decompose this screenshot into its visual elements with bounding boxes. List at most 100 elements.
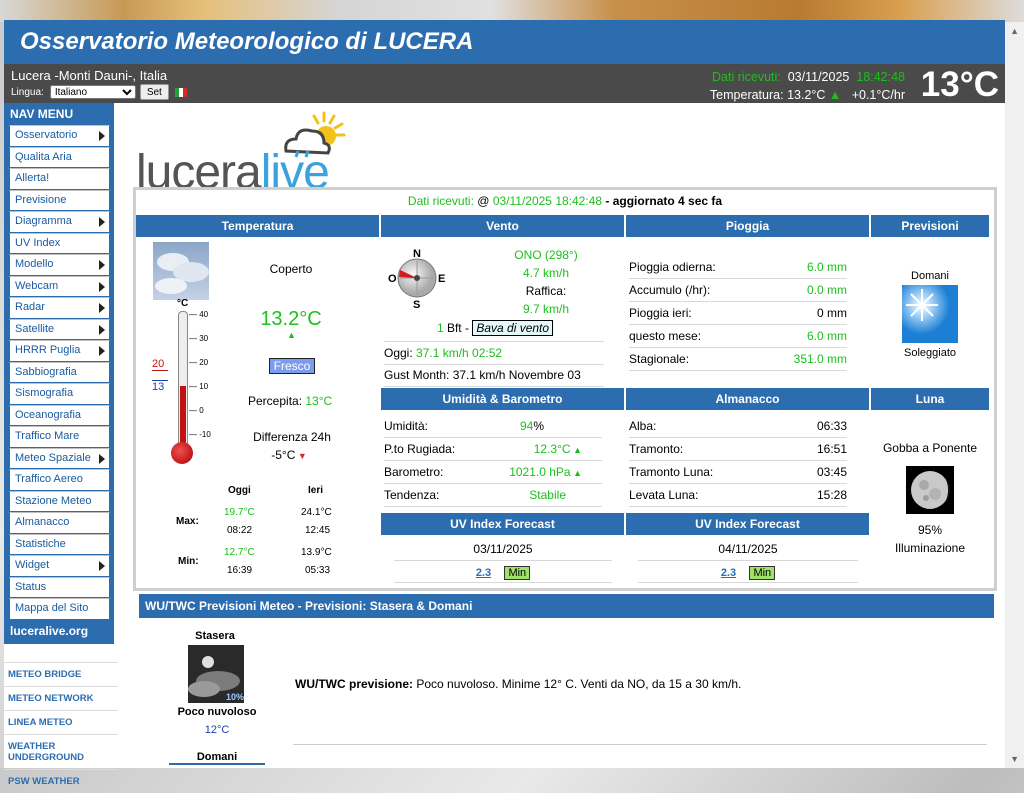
nav-item-sabbiografia[interactable]: Sabbiografia [9, 361, 110, 383]
italian-flag-icon[interactable] [174, 87, 187, 97]
thermometer-tick: — 40 [189, 310, 209, 319]
wind-month-row: Gust Month: 37.1 km/h Novembre 03 [384, 364, 604, 387]
nav-item-status[interactable]: Status [9, 576, 110, 598]
uv-value-row-1: 2.3 Min [394, 562, 612, 583]
nav-item-previsione[interactable]: Previsione [9, 189, 110, 211]
language-select[interactable]: Italiano [49, 85, 136, 99]
nav-item-hrrr-puglia[interactable]: HRRR Puglia [9, 340, 110, 362]
gust-speed: 9.7 km/h [522, 302, 570, 316]
submenu-arrow-icon [99, 260, 105, 270]
nav-item-stazione-meteo[interactable]: Stazione Meteo [9, 490, 110, 512]
forecast-header: Previsioni [871, 215, 989, 237]
submenu-arrow-icon [99, 346, 105, 356]
info-bar: Lucera -Monti Dauni-, Italia Lingua: Ita… [4, 64, 1005, 104]
nav-item-radar[interactable]: Radar [9, 297, 110, 319]
submenu-arrow-icon [99, 453, 105, 464]
wind-readout: ONO (298°) 4.7 km/h Raffica: 9.7 km/h [484, 246, 608, 318]
temperature-badge: Fresco [269, 358, 315, 374]
nav-item-statistiche[interactable]: Statistiche [9, 533, 110, 555]
almanac-row: Levata Luna: 15:28 [629, 484, 847, 507]
sidebar: NAV MENU Osservatorio Qualita Aria Allerta… [4, 103, 118, 787]
external-link-weather-underground[interactable]: WEATHER UNDERGROUND [4, 733, 118, 769]
nav-item-diagramma[interactable]: Diagramma [9, 211, 110, 233]
nav-item-widget[interactable]: Widget [9, 555, 110, 577]
received-line-updated: - aggiornato 4 sec fa [605, 194, 723, 208]
svg-text:10%: 10% [226, 692, 244, 702]
nav-item-modello[interactable]: Modello [9, 254, 110, 276]
external-link-linea-meteo[interactable]: LINEA METEO [4, 709, 118, 734]
temperature-condition: Coperto [269, 262, 313, 276]
svg-text:N: N [413, 248, 421, 260]
moon-illumination-label: Illuminazione [894, 541, 966, 555]
luceralive-logo[interactable]: luceralive [136, 109, 356, 199]
max-yesterday-time: 12:45 [305, 525, 331, 536]
uv-level-1: Min [504, 566, 531, 580]
wu-divider [293, 744, 987, 745]
big-temperature: 13°C [920, 65, 999, 104]
nav-menu-title: NAV MENU [10, 107, 74, 121]
table-yesterday-header: Ieri [308, 485, 324, 496]
nav-item-uv-index[interactable]: UV Index [9, 232, 110, 254]
max-yesterday: 24.1°C [301, 507, 332, 518]
nav-item-meteo-spaziale[interactable]: Meteo Spaziale [9, 447, 110, 469]
set-language-button[interactable]: Set [139, 84, 169, 100]
site-link[interactable]: luceralive.org [4, 620, 114, 640]
rain-row: Pioggia ieri: 0 mm [629, 302, 847, 325]
uv-value-link-2[interactable]: 2.3 [721, 567, 736, 579]
external-link-meteo-network[interactable]: METEO NETWORK [4, 685, 118, 710]
language-selector: Lingua: Italiano Set [11, 84, 187, 100]
uv-value-row-2: 2.3 Min [638, 562, 858, 583]
gust-label: Raffica: [525, 284, 567, 298]
language-label: Lingua: [11, 86, 44, 98]
nav-item-oceanografia[interactable]: Oceanografia [9, 404, 110, 426]
thermometer-icon: °C — 40— 30— 20— 10— 0— -10 20 13 [152, 298, 243, 466]
temperature-current: 13.2°C [260, 308, 322, 330]
scroll-down-icon[interactable]: ▼ [1010, 754, 1019, 764]
partly-cloudy-night-icon: 10% [188, 645, 244, 703]
beaufort-description: Bava di vento [472, 320, 554, 336]
nav-item-mappa-del-sito[interactable]: Mappa del Sito [9, 598, 110, 620]
humidity-row: Barometro: 1021.0 hPa ▲ [384, 461, 602, 484]
nav-item-osservatorio[interactable]: Osservatorio [9, 125, 110, 147]
nav-item-traffico-aereo[interactable]: Traffico Aereo [9, 469, 110, 491]
page-scrollbar[interactable]: ▲ ▼ [1004, 22, 1024, 768]
external-links: METEO BRIDGE METEO NETWORK LINEA METEO WEAT… [4, 661, 118, 793]
almanac-row: Tramonto Luna: 03:45 [629, 461, 847, 484]
top-background-strip [0, 0, 1024, 22]
external-link-psw-weather[interactable]: PSW WEATHER [4, 768, 118, 793]
moon-header: Luna [871, 388, 989, 410]
table-max-label: Max: [176, 516, 199, 527]
nav-item-webcam[interactable]: Webcam [9, 275, 110, 297]
svg-text:O: O [388, 273, 397, 285]
wind-speed: 4.7 km/h [522, 266, 570, 280]
page-container: Osservatorio Meteorologico di LUCERA Luc… [4, 20, 1005, 787]
nav-item-almanacco[interactable]: Almanacco [9, 512, 110, 534]
received-label: Dati ricevuti: [712, 70, 781, 84]
uv-date-2: 04/11/2025 [638, 538, 858, 561]
almanac-row: Tramonto: 16:51 [629, 438, 847, 461]
nav-item-sismografia[interactable]: Sismografia [9, 383, 110, 405]
site-header: Osservatorio Meteorologico di LUCERA [4, 20, 1005, 64]
received-time: 18:42:48 [856, 70, 905, 84]
humidity-header: Umidità & Barometro [381, 388, 624, 410]
scroll-up-icon[interactable]: ▲ [1010, 26, 1019, 36]
temperature-value: 13.2°C [787, 88, 826, 102]
rain-row: Accumulo (/hr): 0.0 mm [629, 279, 847, 302]
nav-item-satellite[interactable]: Satellite [9, 318, 110, 340]
uv-value-link-1[interactable]: 2.3 [476, 567, 491, 579]
svg-text:E: E [438, 273, 445, 285]
submenu-arrow-icon [99, 131, 105, 141]
thermometer-tick: — 10 [189, 382, 209, 391]
diff-24h-label: Differenza 24h [253, 430, 331, 444]
diff-24h-value: -5°C ▼ [271, 448, 307, 462]
nav-item-qualita-aria[interactable]: Qualita Aria [9, 146, 110, 168]
temperature-up-icon: ▲ [287, 330, 296, 340]
temperature-header: Temperatura [136, 215, 379, 237]
wind-compass-icon: N S E O [388, 248, 445, 309]
external-link-meteo-bridge[interactable]: METEO BRIDGE [4, 661, 118, 686]
table-min-label: Min: [178, 556, 199, 567]
nav-item-traffico-mare[interactable]: Traffico Mare [9, 426, 110, 448]
max-today: 19.7°C [224, 507, 255, 518]
data-received-line: Dati ricevuti: @ 03/11/2025 18:42:48 - a… [136, 190, 994, 214]
nav-item-allerta-[interactable]: Allerta! [9, 168, 110, 190]
